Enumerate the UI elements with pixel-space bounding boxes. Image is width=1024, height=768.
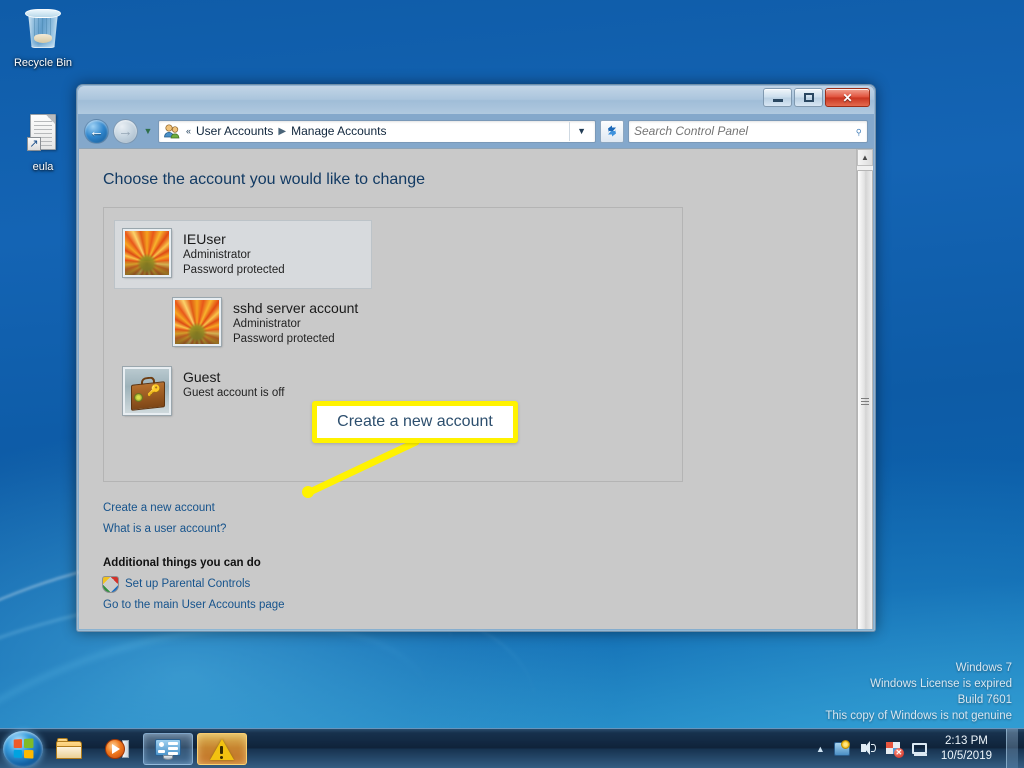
link-what-is-a-user-account[interactable]: What is a user account? [103,519,226,540]
taskbar-button-media-player[interactable] [95,733,139,765]
suitcase-avatar: 🔑 [122,366,172,416]
scroll-up-button[interactable]: ▲ [857,149,873,166]
link-row-parental-controls[interactable]: Set up Parental Controls [103,574,856,595]
control-panel-window[interactable]: ✕ ← → ▼ « User Accounts ▶ Manage Account… [76,84,876,632]
windows-update-icon[interactable] [833,740,851,757]
watermark-line-3: Build 7601 [957,694,1012,706]
link-create-a-new-account[interactable]: Create a new account [103,498,215,519]
search-input[interactable] [634,124,855,138]
account-name: sshd server account [233,300,359,316]
content-pane: Choose the account you would like to cha… [79,149,856,629]
taskbar-button-explorer[interactable] [47,733,91,765]
taskbar-button-alert-window[interactable] [197,732,247,765]
shortcut-arrow-icon: ↗ [27,137,41,151]
links-column: Create a new account What is a user acco… [103,498,856,616]
windows-activation-watermark: Windows 7 Windows License is expired Bui… [825,660,1012,724]
account-tile-ieuser[interactable]: IEUser Administrator Password protected [114,220,372,289]
desktop-icon-label: eula [32,161,54,173]
address-bar-row: ← → ▼ « User Accounts ▶ Manage Accounts … [78,114,874,148]
scrollbar-thumb[interactable] [857,170,873,629]
media-player-icon [103,736,131,762]
flower-avatar [172,297,222,347]
window-controls: ✕ [763,88,870,107]
system-tray: ▲ ✕ 2:13 PM 10/5/2019 [816,728,1024,768]
forward-button[interactable]: → [113,118,138,144]
close-button[interactable]: ✕ [825,88,870,107]
clock-date: 10/5/2019 [940,749,992,762]
callout-label: Create a new account [337,413,493,430]
desktop-icon-label: Recycle Bin [13,57,73,69]
refresh-icon [608,125,616,137]
control-panel-icon [154,736,182,762]
additional-things-header: Additional things you can do [103,557,261,569]
uac-shield-icon [103,577,118,592]
search-box[interactable]: ⌕ [628,119,868,143]
flower-avatar [122,228,172,278]
account-info: IEUser Administrator Password protected [183,229,285,278]
account-info: Guest Guest account is off [183,367,284,401]
recycle-bin-icon [19,6,67,54]
user-accounts-icon [163,123,181,139]
folder-icon [55,736,83,762]
show-desktop-button[interactable] [1006,728,1018,768]
maximize-button[interactable] [794,88,823,107]
account-type: Guest account is off [183,387,285,399]
breadcrumb-manage-accounts[interactable]: Manage Accounts [288,124,389,138]
network-monitor-icon[interactable] [911,740,929,757]
account-info: sshd server account Administrator Passwo… [233,298,358,347]
windows-logo-icon [13,738,34,759]
recent-pages-button[interactable]: ▼ [142,126,154,136]
window-titlebar[interactable]: ✕ [78,86,874,114]
speaker-icon[interactable] [859,740,877,757]
link-go-to-main-user-accounts-page[interactable]: Go to the main User Accounts page [103,595,285,616]
taskbar-clock[interactable]: 2:13 PM 10/5/2019 [937,734,996,764]
window-client-area: Choose the account you would like to cha… [79,148,873,629]
watermark-line-1: Windows 7 [955,662,1012,674]
start-button[interactable] [3,730,43,767]
desktop[interactable]: Recycle Bin ↗ eula ✕ ← → ▼ « User Accoun… [0,0,1024,768]
text-file-shortcut-icon: ↗ [19,110,67,158]
taskbar-button-control-panel[interactable] [143,732,193,765]
minimize-icon [772,99,783,102]
back-button[interactable]: ← [84,118,109,144]
breadcrumb-user-accounts[interactable]: User Accounts [193,124,276,138]
page-title: Choose the account you would like to cha… [103,171,425,188]
account-name: IEUser [183,231,226,247]
desktop-icon-recycle-bin[interactable]: Recycle Bin [4,6,82,70]
account-status: Password protected [233,333,335,345]
breadcrumb-overflow[interactable]: « [184,126,193,136]
scrollbar-grip-icon [861,397,869,405]
link-set-up-parental-controls[interactable]: Set up Parental Controls [125,574,250,595]
breadcrumb-separator-icon[interactable]: ▶ [276,126,288,137]
watermark-line-2: Windows License is expired [870,678,1012,690]
maximize-icon [803,93,814,102]
error-badge-icon: ✕ [893,748,904,758]
address-bar[interactable]: « User Accounts ▶ Manage Accounts ▼ [158,119,596,143]
flag-alert-icon[interactable]: ✕ [885,740,904,758]
warning-triangle-icon [208,736,236,762]
watermark-line-4: This copy of Windows is not genuine [825,710,1012,722]
account-tile-sshd[interactable]: sshd server account Administrator Passwo… [164,289,422,358]
clock-time: 2:13 PM [945,734,988,747]
callout-create-a-new-account: Create a new account [312,401,518,443]
scrollbar-track[interactable] [857,166,873,629]
account-status: Password protected [183,264,285,276]
minimize-button[interactable] [763,88,792,107]
desktop-icon-eula[interactable]: ↗ eula [4,110,82,174]
account-type: Administrator [183,249,251,261]
account-name: Guest [183,369,221,385]
account-type: Administrator [233,318,301,330]
accounts-grid: IEUser Administrator Password protected … [114,220,672,426]
tray-expand-icon[interactable]: ▲ [816,744,825,754]
address-dropdown-icon[interactable]: ▼ [569,121,593,141]
refresh-button[interactable] [600,119,624,143]
vertical-scrollbar[interactable]: ▲ ▼ [856,149,873,629]
taskbar: ▲ ✕ 2:13 PM 10/5/2019 [0,728,1024,768]
